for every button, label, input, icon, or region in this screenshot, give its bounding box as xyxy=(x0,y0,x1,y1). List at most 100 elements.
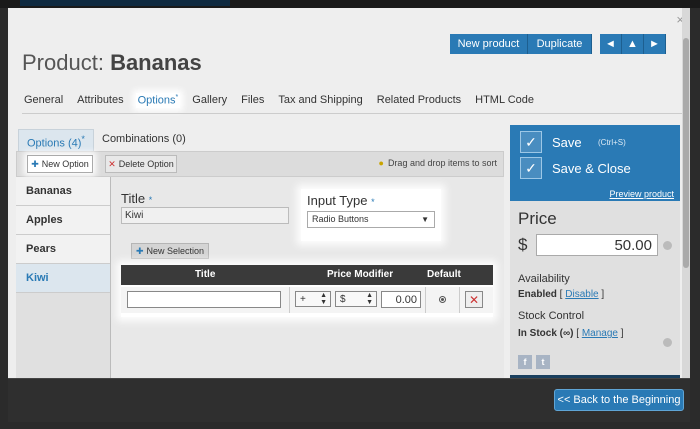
tab-gallery[interactable]: Gallery xyxy=(190,93,229,108)
subtab-bar: Options (4)* Combinations (0) xyxy=(18,129,194,151)
operator-select[interactable]: + ▲ ▼ xyxy=(295,291,331,307)
price-info-icon[interactable] xyxy=(663,241,672,250)
previous-product-icon[interactable]: ◄ xyxy=(600,34,622,54)
availability-label: Availability xyxy=(518,273,570,285)
tab-options-label: Options xyxy=(137,94,176,107)
tab-divider xyxy=(22,113,690,114)
tab-general[interactable]: General xyxy=(22,93,65,108)
table-row: + ▲ ▼ $ ▲ ▼ 0.00 ✕ xyxy=(121,287,493,313)
tab-attributes[interactable]: Attributes xyxy=(75,93,125,108)
delete-option-button[interactable]: ✕ Delete Option xyxy=(105,155,177,173)
page-title: Product: Bananas xyxy=(22,50,202,76)
stock-info-icon[interactable] xyxy=(663,338,672,347)
back-to-beginning-button[interactable]: << Back to the Beginning xyxy=(554,389,684,411)
operator-value: + xyxy=(300,293,306,305)
list-item[interactable]: Bananas xyxy=(16,177,110,206)
price-modifier-input[interactable]: 0.00 xyxy=(381,291,421,308)
save-close-check-icon[interactable]: ✓ xyxy=(520,157,542,179)
default-radio[interactable] xyxy=(439,296,446,303)
save-button[interactable]: Save xyxy=(552,135,582,150)
availability-value: Enabled [ Disable ] xyxy=(518,289,605,300)
preview-product-link[interactable]: Preview product xyxy=(609,189,674,199)
column-header-default: Default xyxy=(427,269,461,280)
lightbulb-icon: ● xyxy=(378,158,384,168)
price-heading: Price xyxy=(518,209,557,228)
scrollbar-thumb[interactable] xyxy=(683,38,689,268)
column-divider xyxy=(289,287,290,313)
modal-footer: << Back to the Beginning xyxy=(8,378,690,422)
save-box: ✓ Save (Ctrl+S) ✓ Save & Close Preview p… xyxy=(510,125,680,201)
tab-files[interactable]: Files xyxy=(239,93,266,108)
stock-status: In Stock (∞) xyxy=(518,328,574,339)
input-type-select[interactable]: Radio Buttons ▼ xyxy=(307,211,435,228)
table-header: Title Price Modifier Default xyxy=(121,265,493,285)
manage-link[interactable]: Manage xyxy=(582,328,618,339)
availability-status: Enabled xyxy=(518,289,557,300)
options-toolbar: ✚ New Option ✕ Delete Option ● Drag and dro… xyxy=(16,151,504,177)
updown-icon: ▲ ▼ xyxy=(366,292,373,306)
column-divider xyxy=(425,287,426,313)
price-input[interactable]: 50.00 xyxy=(536,234,658,256)
tab-options[interactable]: Options* xyxy=(135,93,181,108)
new-selection-label: New Selection xyxy=(146,246,205,256)
plus-icon: ✚ xyxy=(31,158,39,169)
list-item[interactable]: Pears xyxy=(16,235,110,264)
input-type-label: Input Type * xyxy=(307,193,375,208)
new-product-button[interactable]: New product xyxy=(450,34,528,54)
options-list: Bananas Apples Pears Kiwi xyxy=(16,177,111,378)
title-input[interactable]: Kiwi xyxy=(121,207,289,224)
required-mark: * xyxy=(371,197,375,207)
option-editor: Title * Kiwi Input Type * Radio Buttons ▼… xyxy=(111,177,504,378)
tab-tax-shipping[interactable]: Tax and Shipping xyxy=(276,93,364,108)
page-title-prefix: Product: xyxy=(22,50,104,75)
title-label-text: Title xyxy=(121,191,146,206)
column-header-title: Title xyxy=(195,269,216,280)
save-shortcut: (Ctrl+S) xyxy=(598,138,626,147)
tab-bar: General Attributes Options* Gallery File… xyxy=(22,93,546,108)
unit-select[interactable]: $ ▲ ▼ xyxy=(335,291,377,307)
stock-control-label: Stock Control xyxy=(518,310,585,322)
new-option-button[interactable]: ✚ New Option xyxy=(27,155,93,173)
delete-option-label: Delete Option xyxy=(118,159,174,169)
chevron-down-icon: ▼ xyxy=(421,215,429,224)
facebook-icon[interactable]: f xyxy=(518,355,532,369)
overlay-top-accent xyxy=(20,0,230,6)
unit-value: $ xyxy=(340,293,346,305)
duplicate-button[interactable]: Duplicate xyxy=(528,34,592,54)
top-button-group: New product Duplicate ◄ ▲ ► xyxy=(450,34,666,54)
drag-hint: ● Drag and drop items to sort xyxy=(379,158,498,168)
list-item[interactable]: Kiwi xyxy=(16,264,110,293)
product-modal: × New product Duplicate ◄ ▲ ► Product: B… xyxy=(8,8,690,378)
remove-selection-icon[interactable]: ✕ xyxy=(465,291,483,308)
up-arrow-icon[interactable]: ▲ xyxy=(622,34,644,54)
column-divider xyxy=(459,287,460,313)
column-header-price-modifier: Price Modifier xyxy=(327,269,394,280)
subtab-options[interactable]: Options (4)* xyxy=(18,129,94,151)
subtab-options-mark: * xyxy=(81,134,85,144)
selections-table: Title Price Modifier Default + ▲ ▼ $ ▲ ▼ 0.0… xyxy=(121,265,493,317)
delete-icon: ✕ xyxy=(108,158,116,169)
required-mark: * xyxy=(148,195,153,205)
tab-html-code[interactable]: HTML Code xyxy=(473,93,536,108)
twitter-icon[interactable]: t xyxy=(536,355,550,369)
save-close-button[interactable]: Save & Close xyxy=(552,161,631,176)
subtab-options-label: Options (4) xyxy=(27,137,82,150)
plus-icon: ✚ xyxy=(135,245,144,256)
modal-scrollbar[interactable] xyxy=(682,8,690,378)
drag-hint-text: Drag and drop items to sort xyxy=(387,158,497,168)
list-item[interactable]: Apples xyxy=(16,206,110,235)
right-panel: ✓ Save (Ctrl+S) ✓ Save & Close Preview p… xyxy=(510,125,680,378)
tab-related-products[interactable]: Related Products xyxy=(375,93,463,108)
overlay-top-strip xyxy=(0,0,700,8)
input-type-label-text: Input Type xyxy=(307,193,368,208)
selection-title-input[interactable] xyxy=(127,291,281,308)
page-title-name: Bananas xyxy=(110,50,202,75)
disable-link[interactable]: Disable xyxy=(565,289,598,300)
title-label: Title * xyxy=(121,191,152,206)
next-product-icon[interactable]: ► xyxy=(644,34,666,54)
save-check-icon[interactable]: ✓ xyxy=(520,131,542,153)
new-selection-button[interactable]: ✚ New Selection xyxy=(131,243,209,259)
currency-symbol: $ xyxy=(518,235,528,254)
stock-value: In Stock (∞) [ Manage ] xyxy=(518,328,624,339)
subtab-combinations[interactable]: Combinations (0) xyxy=(94,129,194,151)
